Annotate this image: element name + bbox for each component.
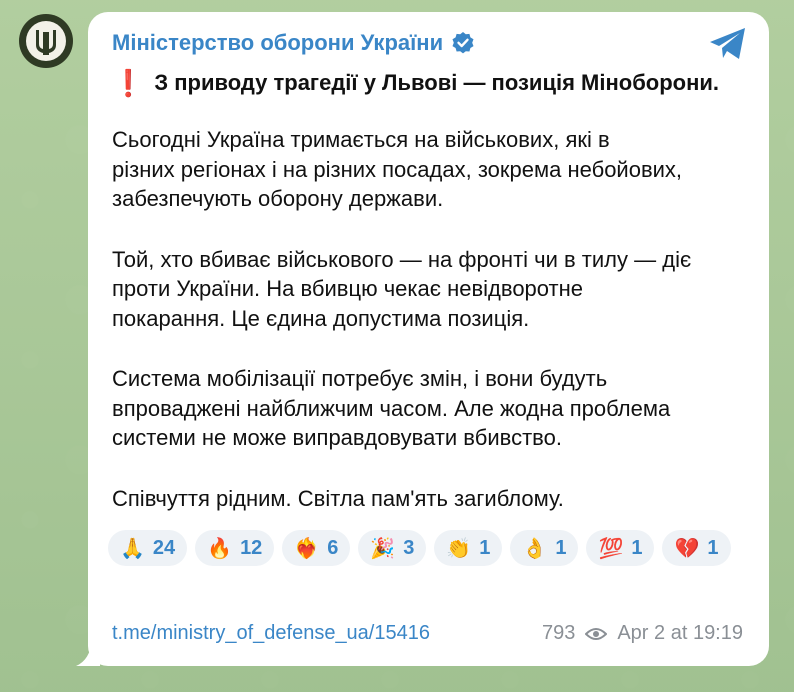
reaction-clap[interactable]: 👏 1 bbox=[434, 530, 503, 566]
post-link[interactable]: t.me/ministry_of_defense_ua/15416 bbox=[112, 622, 430, 645]
reaction-party[interactable]: 🎉 3 bbox=[358, 530, 427, 566]
reaction-count: 3 bbox=[403, 536, 415, 559]
reaction-count: 24 bbox=[152, 536, 176, 559]
hundred-points-icon: 💯 bbox=[598, 536, 624, 560]
reaction-broken-heart[interactable]: 💔 1 bbox=[662, 530, 731, 566]
clapping-hands-icon: 👏 bbox=[446, 536, 472, 560]
reactions-bar: 🙏 24 🔥 12 ❤️‍🔥 6 🎉 3 👏 1 👌 1 💯 1 💔 bbox=[108, 530, 748, 566]
party-popper-icon: 🎉 bbox=[370, 536, 396, 560]
reaction-pray[interactable]: 🙏 24 bbox=[108, 530, 188, 566]
post-body: Сьогодні Україна тримається на військови… bbox=[112, 125, 752, 544]
post-paragraph: Співчуття рідним. Світла пам'ять загибло… bbox=[112, 485, 564, 511]
pray-icon: 🙏 bbox=[120, 536, 145, 560]
heart-on-fire-icon: ❤️‍🔥 bbox=[294, 536, 320, 560]
reaction-count: 1 bbox=[707, 536, 719, 559]
share-icon[interactable] bbox=[707, 26, 749, 62]
reaction-count: 1 bbox=[555, 536, 567, 559]
reaction-hundred[interactable]: 💯 1 bbox=[586, 530, 655, 566]
message-meta: 793 Apr 2 at 19:19 bbox=[542, 622, 743, 645]
fire-icon: 🔥 bbox=[207, 536, 233, 560]
message-footer: t.me/ministry_of_defense_ua/15416 793 Ap… bbox=[112, 622, 743, 645]
verified-badge-icon bbox=[452, 32, 474, 54]
post-paragraph: Той, хто вбиває військового — на фронті … bbox=[112, 246, 692, 331]
eye-icon bbox=[585, 627, 608, 640]
message-header: Міністерство оборони України bbox=[112, 30, 475, 56]
trident-emblem-icon bbox=[26, 21, 66, 61]
reaction-count: 12 bbox=[240, 536, 263, 559]
post-title: З приводу трагедії у Львові — позиція Мі… bbox=[154, 70, 720, 95]
reaction-count: 6 bbox=[327, 536, 339, 559]
post-paragraph: Сьогодні Україна тримається на військови… bbox=[112, 127, 683, 211]
reaction-count: 1 bbox=[479, 536, 491, 559]
reaction-fire[interactable]: 🔥 12 bbox=[195, 530, 275, 566]
reaction-ok[interactable]: 👌 1 bbox=[510, 530, 579, 566]
post-paragraph: Система мобілізації потребує змін, і вон… bbox=[112, 366, 671, 450]
channel-name[interactable]: Міністерство оборони України bbox=[112, 30, 443, 56]
broken-heart-icon: 💔 bbox=[674, 536, 700, 560]
exclamation-icon: ❗ bbox=[112, 68, 145, 98]
timestamp: Apr 2 at 19:19 bbox=[617, 622, 743, 644]
channel-avatar[interactable] bbox=[19, 14, 73, 68]
reaction-count: 1 bbox=[631, 536, 643, 559]
reaction-heart-on-fire[interactable]: ❤️‍🔥 6 bbox=[282, 530, 351, 566]
message-bubble: Міністерство оборони України ❗ З приводу… bbox=[88, 12, 769, 666]
post-title-row: ❗ З приводу трагедії у Львові — позиція … bbox=[112, 70, 719, 96]
ok-hand-icon: 👌 bbox=[522, 536, 548, 560]
view-count: 793 bbox=[541, 622, 576, 644]
